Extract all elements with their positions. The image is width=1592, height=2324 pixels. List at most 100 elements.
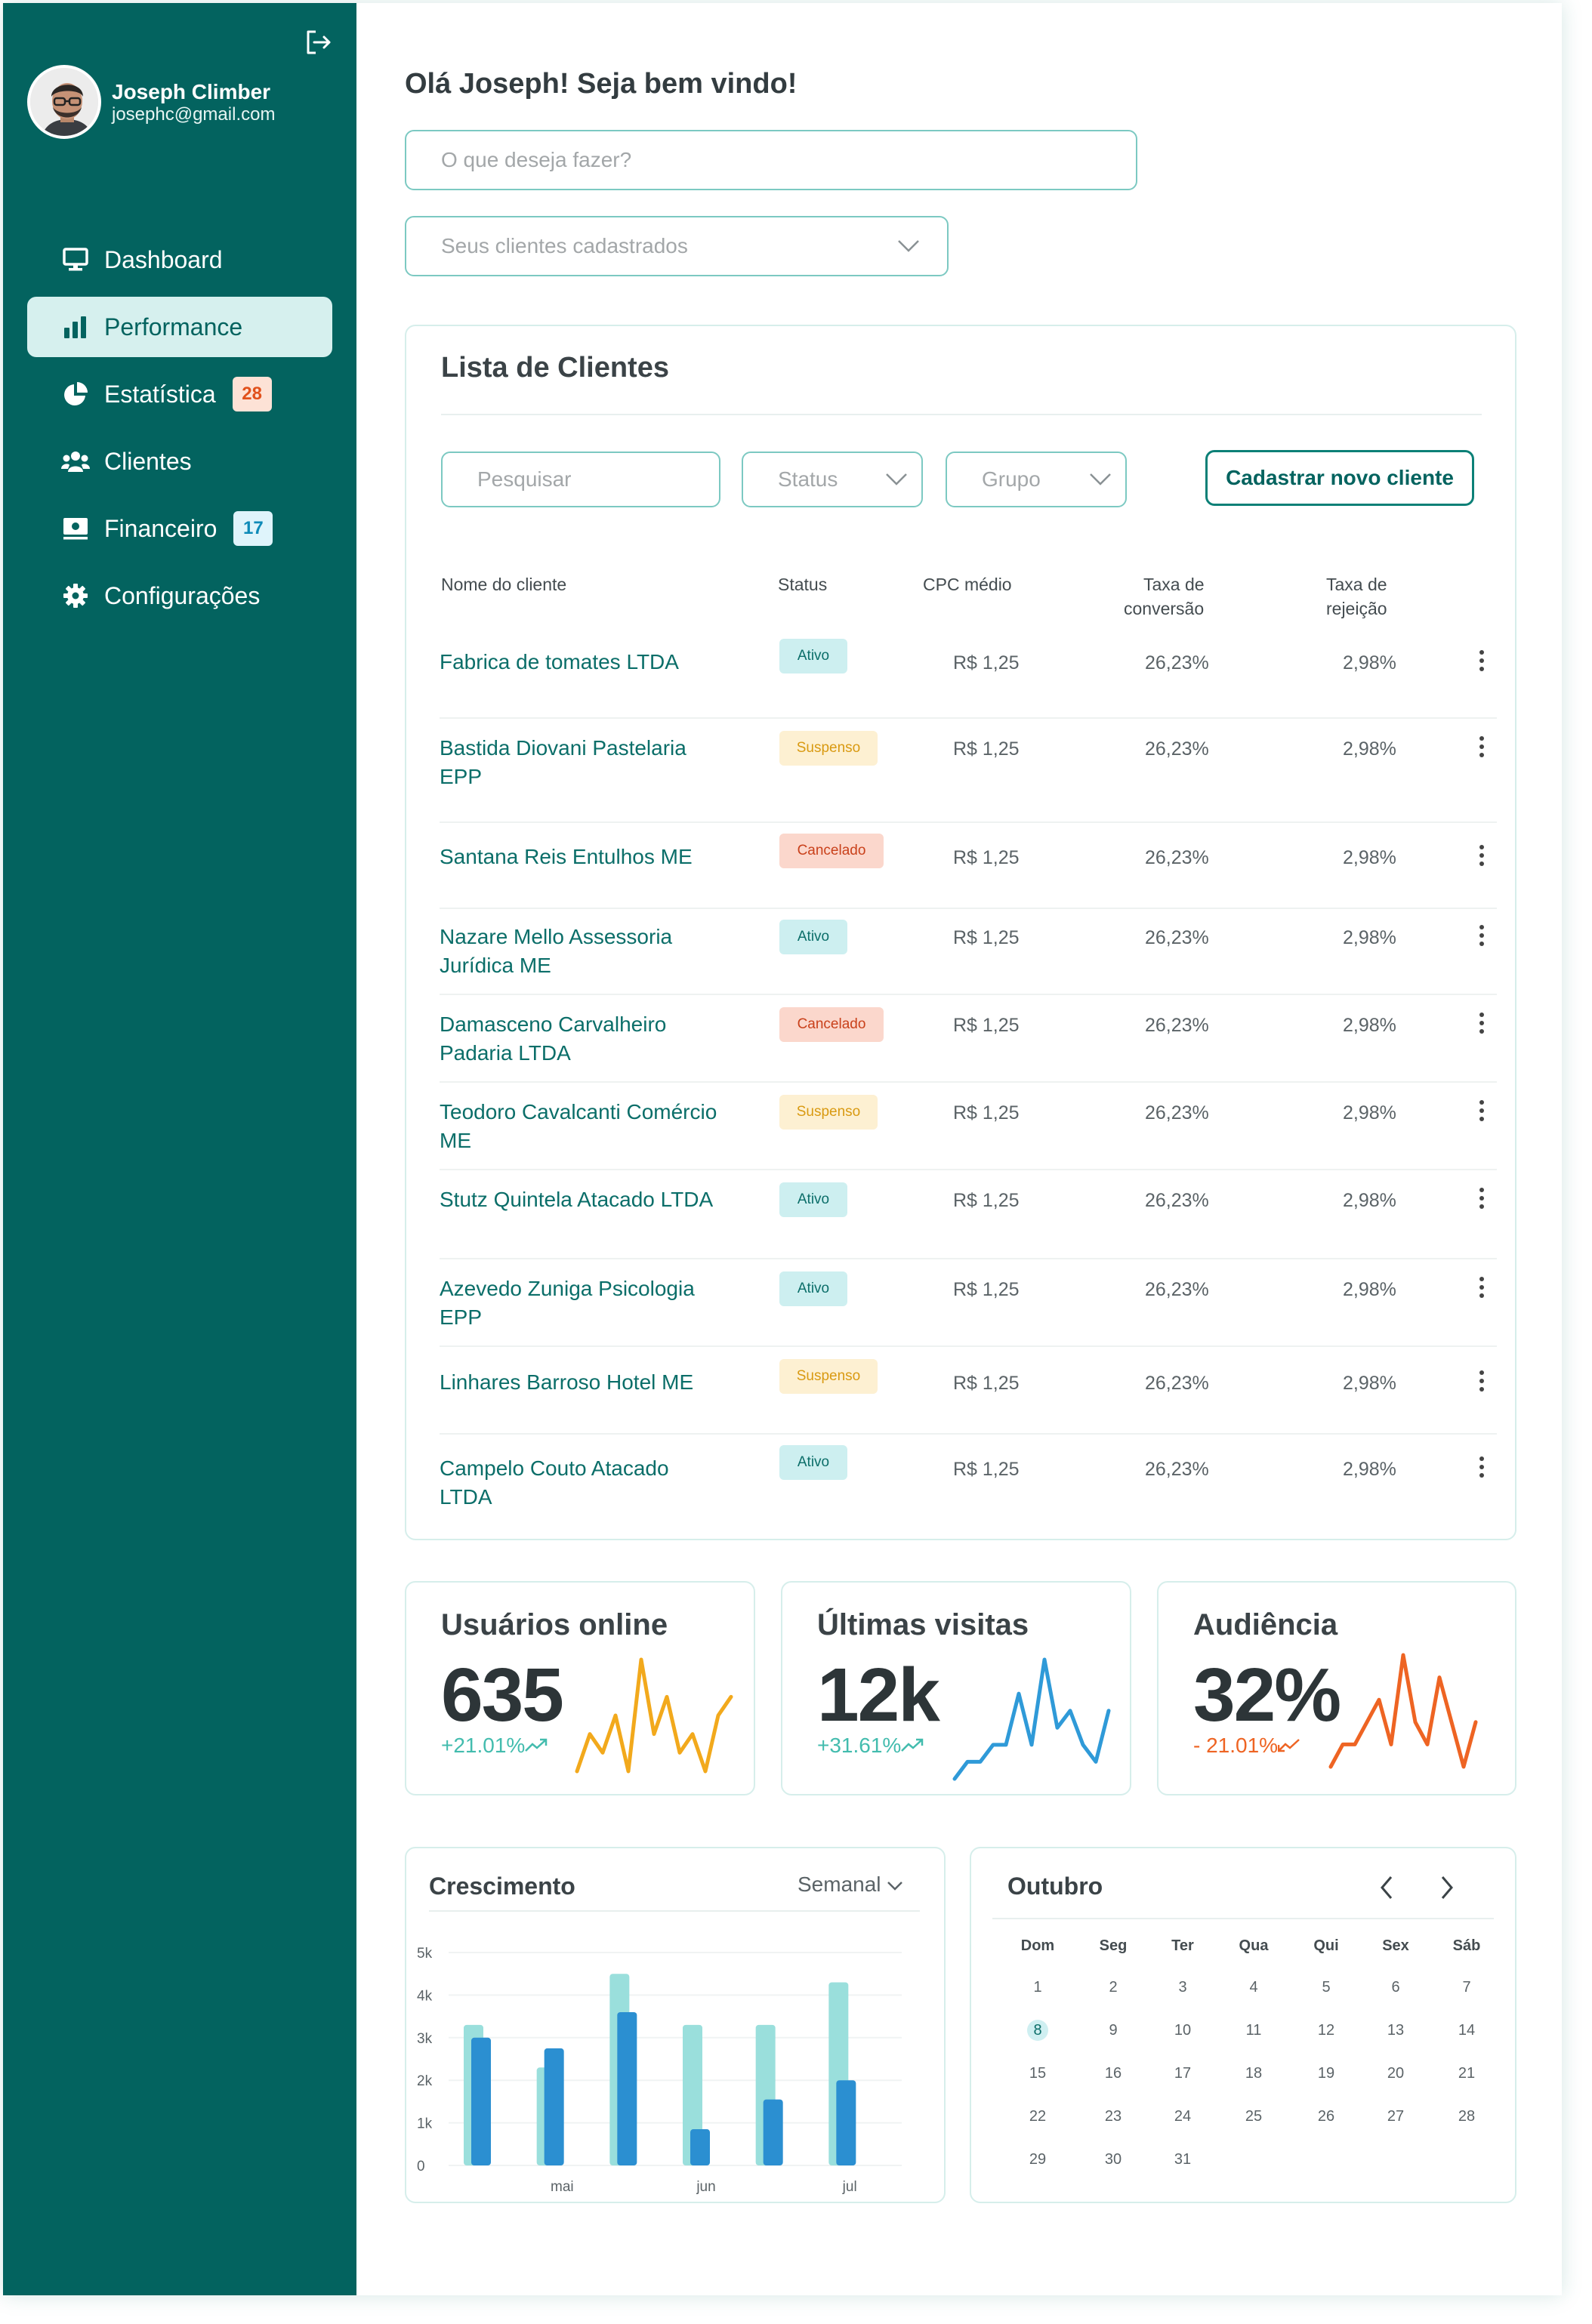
- calendar-day[interactable]: 11: [1231, 2020, 1276, 2041]
- nav-configuracoes[interactable]: Configurações: [27, 566, 332, 626]
- calendar-month: Outubro: [1007, 1872, 1103, 1900]
- y-tick-label: 1k: [417, 2116, 433, 2132]
- client-name[interactable]: Stutz Quintela Atacado LTDA: [440, 1185, 719, 1214]
- status-filter-label: Status: [778, 467, 838, 491]
- client-name[interactable]: Nazare Mello Assessoria Jurídica ME: [440, 923, 719, 980]
- calendar-day[interactable]: 12: [1304, 2020, 1349, 2041]
- col-header-conversion-2: conversão: [1124, 599, 1205, 618]
- search-input[interactable]: O que deseja fazer?: [405, 130, 1137, 190]
- nav-estatistica[interactable]: Estatística 28: [27, 364, 332, 424]
- user-name: Joseph Climber: [112, 80, 271, 103]
- calendar-day[interactable]: 18: [1231, 2063, 1276, 2084]
- more-options-icon[interactable]: [1474, 1456, 1489, 1478]
- more-options-icon[interactable]: [1474, 1187, 1489, 1210]
- bar-chart-icon: [60, 312, 91, 342]
- calendar-day[interactable]: 25: [1231, 2106, 1276, 2127]
- more-options-icon[interactable]: [1474, 1370, 1489, 1392]
- status-badge: Ativo: [779, 920, 847, 954]
- calendar-day[interactable]: 5: [1304, 1977, 1349, 1998]
- calendar-day[interactable]: 7: [1444, 1977, 1489, 1998]
- calendar-day[interactable]: 31: [1160, 2149, 1205, 2170]
- nav-performance[interactable]: Performance: [27, 297, 332, 357]
- avatar[interactable]: [27, 65, 101, 139]
- client-name[interactable]: Fabrica de tomates LTDA: [440, 648, 719, 677]
- period-select[interactable]: Semanal: [798, 1872, 903, 1897]
- calendar-day[interactable]: 15: [1015, 2063, 1060, 2084]
- calendar-day[interactable]: 9: [1091, 2020, 1136, 2041]
- more-options-icon[interactable]: [1474, 1012, 1489, 1034]
- nav-label: Clientes: [104, 447, 192, 475]
- bar[interactable]: [836, 2080, 856, 2165]
- calendar-day[interactable]: 3: [1160, 1977, 1205, 1998]
- sparkline-path: [952, 1657, 1111, 1781]
- more-options-icon[interactable]: [1474, 649, 1489, 672]
- client-name[interactable]: Linhares Barroso Hotel ME: [440, 1368, 719, 1397]
- calendar-day[interactable]: 13: [1373, 2020, 1418, 2041]
- group-filter-label: Grupo: [982, 467, 1041, 491]
- bar[interactable]: [617, 2011, 637, 2165]
- calendar-day[interactable]: 23: [1091, 2106, 1136, 2127]
- nav-financeiro[interactable]: Financeiro 17: [27, 498, 332, 559]
- calendar-day[interactable]: 27: [1373, 2106, 1418, 2127]
- cpc-value: R$ 1,25: [953, 1279, 1020, 1300]
- growth-title: Crescimento: [429, 1872, 575, 1900]
- more-options-icon[interactable]: [1474, 844, 1489, 867]
- calendar-day-number: 29: [1029, 2151, 1047, 2168]
- nav-dashboard[interactable]: Dashboard: [27, 230, 332, 290]
- client-name[interactable]: Santana Reis Entulhos ME: [440, 843, 719, 871]
- more-options-icon[interactable]: [1474, 735, 1489, 758]
- client-name[interactable]: Teodoro Cavalcanti Comércio ME: [440, 1098, 719, 1155]
- group-filter[interactable]: Grupo: [946, 452, 1127, 507]
- calendar-day[interactable]: 29: [1015, 2149, 1060, 2170]
- more-options-icon[interactable]: [1474, 1276, 1489, 1299]
- client-select[interactable]: Seus clientes cadastrados: [405, 216, 949, 276]
- chevron-right-icon[interactable]: [1438, 1874, 1456, 1901]
- client-name[interactable]: Bastida Diovani Pastelaria EPP: [440, 734, 719, 791]
- calendar-day[interactable]: 24: [1160, 2106, 1205, 2127]
- calendar-day[interactable]: 1: [1015, 1977, 1060, 1998]
- trend-up-icon: [525, 1738, 548, 1752]
- calendar-day[interactable]: 22: [1015, 2106, 1060, 2127]
- calendar-day[interactable]: 6: [1373, 1977, 1418, 1998]
- calendar-day[interactable]: 10: [1160, 2020, 1205, 2041]
- calendar-day[interactable]: 19: [1304, 2063, 1349, 2084]
- calendar-day[interactable]: 26: [1304, 2106, 1349, 2127]
- clients-search-input[interactable]: Pesquisar: [441, 452, 720, 507]
- bar[interactable]: [544, 2048, 564, 2165]
- chevron-down-icon: [887, 1882, 903, 1891]
- calendar-day[interactable]: 30: [1091, 2149, 1136, 2170]
- more-options-icon[interactable]: [1474, 924, 1489, 947]
- cpc-value: R$ 1,25: [953, 1190, 1020, 1211]
- calendar-day[interactable]: 20: [1373, 2063, 1418, 2084]
- calendar-day-number: 10: [1174, 2022, 1192, 2039]
- calendar-day[interactable]: 21: [1444, 2063, 1489, 2084]
- client-name[interactable]: Azevedo Zuniga Psicologia EPP: [440, 1275, 719, 1332]
- calendar-day[interactable]: 17: [1160, 2063, 1205, 2084]
- calendar-day[interactable]: 2: [1091, 1977, 1136, 1998]
- chevron-left-icon[interactable]: [1378, 1874, 1396, 1901]
- more-options-icon[interactable]: [1474, 1099, 1489, 1122]
- new-client-button[interactable]: Cadastrar novo cliente: [1205, 450, 1474, 506]
- calendar-day[interactable]: 4: [1231, 1977, 1276, 1998]
- bar[interactable]: [690, 2129, 710, 2165]
- nav-clientes[interactable]: Clientes: [27, 431, 332, 492]
- calendar-day[interactable]: 16: [1091, 2063, 1136, 2084]
- bar[interactable]: [471, 2037, 491, 2165]
- divider: [429, 1910, 920, 1912]
- client-name[interactable]: Damasceno Carvalheiro Padaria LTDA: [440, 1010, 719, 1068]
- row-divider: [440, 821, 1497, 823]
- status-filter[interactable]: Status: [742, 452, 923, 507]
- bar[interactable]: [763, 2099, 783, 2165]
- calendar-day[interactable]: 8: [1015, 2020, 1060, 2041]
- calendar-day-number: 19: [1317, 2065, 1335, 2082]
- calendar-day[interactable]: 14: [1444, 2020, 1489, 2041]
- calendar-day-number: 12: [1317, 2022, 1335, 2039]
- client-name[interactable]: Campelo Couto Atacado LTDA: [440, 1454, 719, 1512]
- logout-icon[interactable]: [304, 27, 334, 57]
- calendar-day-number: 18: [1245, 2065, 1263, 2082]
- sparkline-audience: [1328, 1653, 1478, 1769]
- calendar-day[interactable]: 28: [1444, 2106, 1489, 2127]
- col-header-name: Nome do cliente: [441, 575, 567, 594]
- y-tick-label: 5k: [417, 1946, 433, 1962]
- cpc-value: R$ 1,25: [953, 1015, 1020, 1036]
